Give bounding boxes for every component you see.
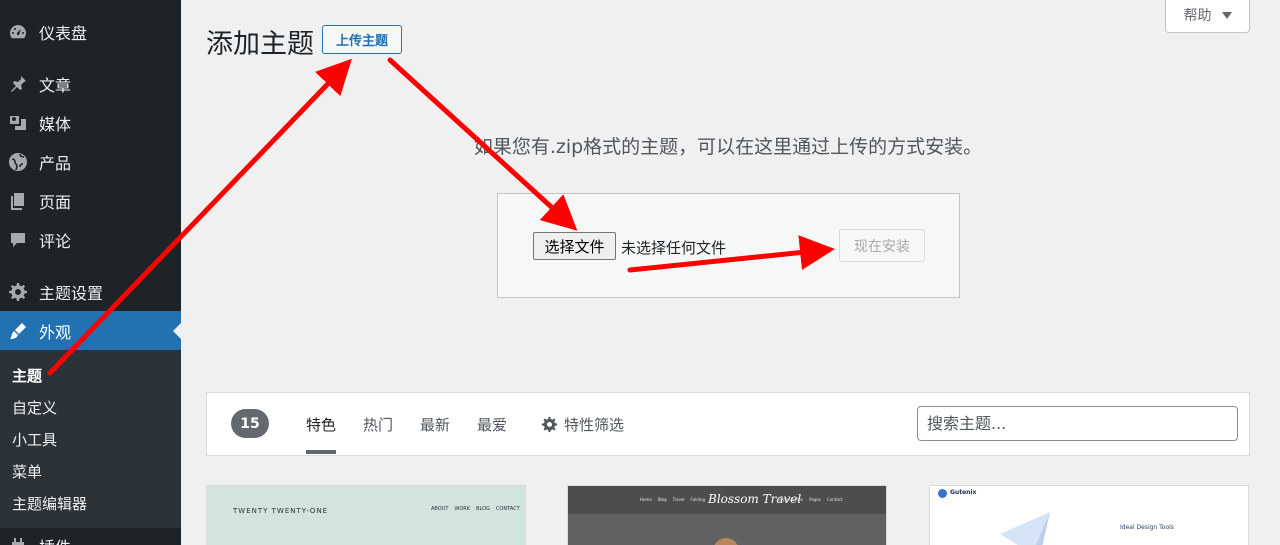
sidebar-item-label: 插件 (39, 534, 71, 545)
media-icon (8, 113, 28, 133)
preview-photo (713, 538, 739, 545)
theme-preview-title: TWENTY TWENTY-ONE (233, 507, 329, 515)
sidebar-item-appearance[interactable]: 外观 (0, 311, 181, 350)
sidebar-item-posts[interactable]: 文章 (0, 64, 181, 103)
preview-nav-item: Contact (826, 497, 843, 502)
preview-nav-item: Folding (690, 497, 705, 502)
sidebar-item-label: 外观 (39, 322, 72, 342)
page-title: 添加主题 (206, 29, 314, 60)
dashboard-icon (8, 22, 28, 42)
comment-icon (8, 230, 28, 250)
theme-preview-headline: Ideal Design Tools (1120, 524, 1174, 531)
sidebar-item-plugins[interactable]: 插件 (0, 526, 181, 545)
gear-icon (541, 416, 558, 433)
sidebar-item-label: 主题设置 (39, 283, 104, 303)
theme-card-twenty-twenty-one[interactable]: TWENTY TWENTY-ONE ABOUT WORK BLOG CONTAC… (206, 485, 526, 545)
theme-card-blossom-travel[interactable]: Home Blog Travel Folding Blossom Travel … (567, 485, 887, 545)
active-indicator (173, 323, 181, 339)
upload-theme-button[interactable]: 上传主题 (322, 25, 402, 54)
theme-preview-nav-right: Style Guides Pages Contact (778, 497, 843, 502)
theme-count-badge: 15 (231, 409, 269, 438)
sidebar-item-products[interactable]: 产品 (0, 142, 181, 181)
theme-preview-nav: ABOUT WORK BLOG CONTACT (431, 506, 520, 512)
tab-featured[interactable]: 特色 (306, 414, 336, 435)
sidebar-item-label: 页面 (39, 192, 72, 212)
sidebar-item-label: 媒体 (39, 114, 72, 134)
pin-icon (8, 74, 28, 94)
submenu-item-menus[interactable]: 菜单 (12, 461, 42, 482)
submenu-item-themes[interactable]: 主题 (12, 365, 42, 386)
submenu-item-customize[interactable]: 自定义 (12, 397, 57, 418)
preview-nav-item: BLOG (476, 506, 490, 512)
submenu-item-theme-editor[interactable]: 主题编辑器 (12, 493, 87, 514)
sidebar-item-pages[interactable]: 页面 (0, 181, 181, 220)
upload-description: 如果您有.zip格式的主题，可以在这里通过上传的方式安装。 (473, 136, 983, 158)
preview-nav-item: Style Guides (778, 497, 804, 502)
preview-nav-item: WORK (454, 506, 471, 512)
search-themes-input[interactable] (917, 406, 1238, 441)
sidebar-item-dashboard[interactable]: 仪表盘 (0, 12, 181, 51)
install-now-button[interactable]: 现在安装 (839, 229, 925, 262)
page-icon (8, 191, 28, 211)
preview-nav-item: CONTACT (495, 506, 520, 512)
appearance-submenu: 主题 自定义 小工具 菜单 主题编辑器 (0, 350, 181, 528)
preview-nav-item: Travel (672, 497, 685, 502)
preview-nav-item: ABOUT (431, 506, 449, 512)
theme-card-gutenix[interactable]: Gutenix Ideal Design Tools (929, 485, 1249, 545)
feature-filter-label: 特性筛选 (564, 416, 625, 434)
plugin-icon (8, 536, 28, 545)
theme-preview-nav: Home Blog Travel Folding (640, 497, 705, 502)
sidebar-item-theme-settings[interactable]: 主题设置 (0, 272, 181, 311)
sidebar-item-label: 产品 (39, 153, 72, 173)
sidebar-item-label: 仪表盘 (39, 23, 88, 43)
preview-nav-item: Blog (657, 497, 667, 502)
help-button[interactable]: 帮助 (1165, 0, 1250, 33)
sidebar-item-media[interactable]: 媒体 (0, 103, 181, 142)
tab-latest[interactable]: 最新 (420, 414, 450, 435)
feature-filter-button[interactable]: 特性筛选 (541, 414, 624, 435)
sidebar-item-comments[interactable]: 评论 (0, 220, 181, 259)
theme-preview-title: Gutenix (950, 489, 977, 496)
sidebar-item-label: 文章 (39, 75, 72, 95)
file-status: 未选择任何文件 (621, 239, 727, 257)
gear-icon (8, 282, 28, 302)
preview-nav-item: Home (640, 497, 652, 502)
admin-sidebar: 仪表盘 文章 媒体 产品 页面 评论 主题设置 外观 主题 自定义 小工具 菜单… (0, 0, 181, 545)
choose-file-button[interactable]: 选择文件 (533, 232, 616, 260)
tab-active-underline (306, 450, 336, 454)
submenu-item-widgets[interactable]: 小工具 (12, 429, 57, 450)
caret-down-icon (1221, 11, 1232, 19)
globe-icon (8, 152, 28, 172)
tab-popular[interactable]: 热门 (363, 414, 393, 435)
paper-plane-illustration-icon (1000, 512, 1050, 545)
sidebar-item-label: 评论 (39, 231, 72, 251)
theme-logo-icon (938, 489, 947, 498)
preview-nav-item: Pages (809, 497, 821, 502)
help-label: 帮助 (1183, 8, 1212, 24)
tab-favorites[interactable]: 最爱 (477, 414, 507, 435)
brush-icon (8, 321, 28, 341)
